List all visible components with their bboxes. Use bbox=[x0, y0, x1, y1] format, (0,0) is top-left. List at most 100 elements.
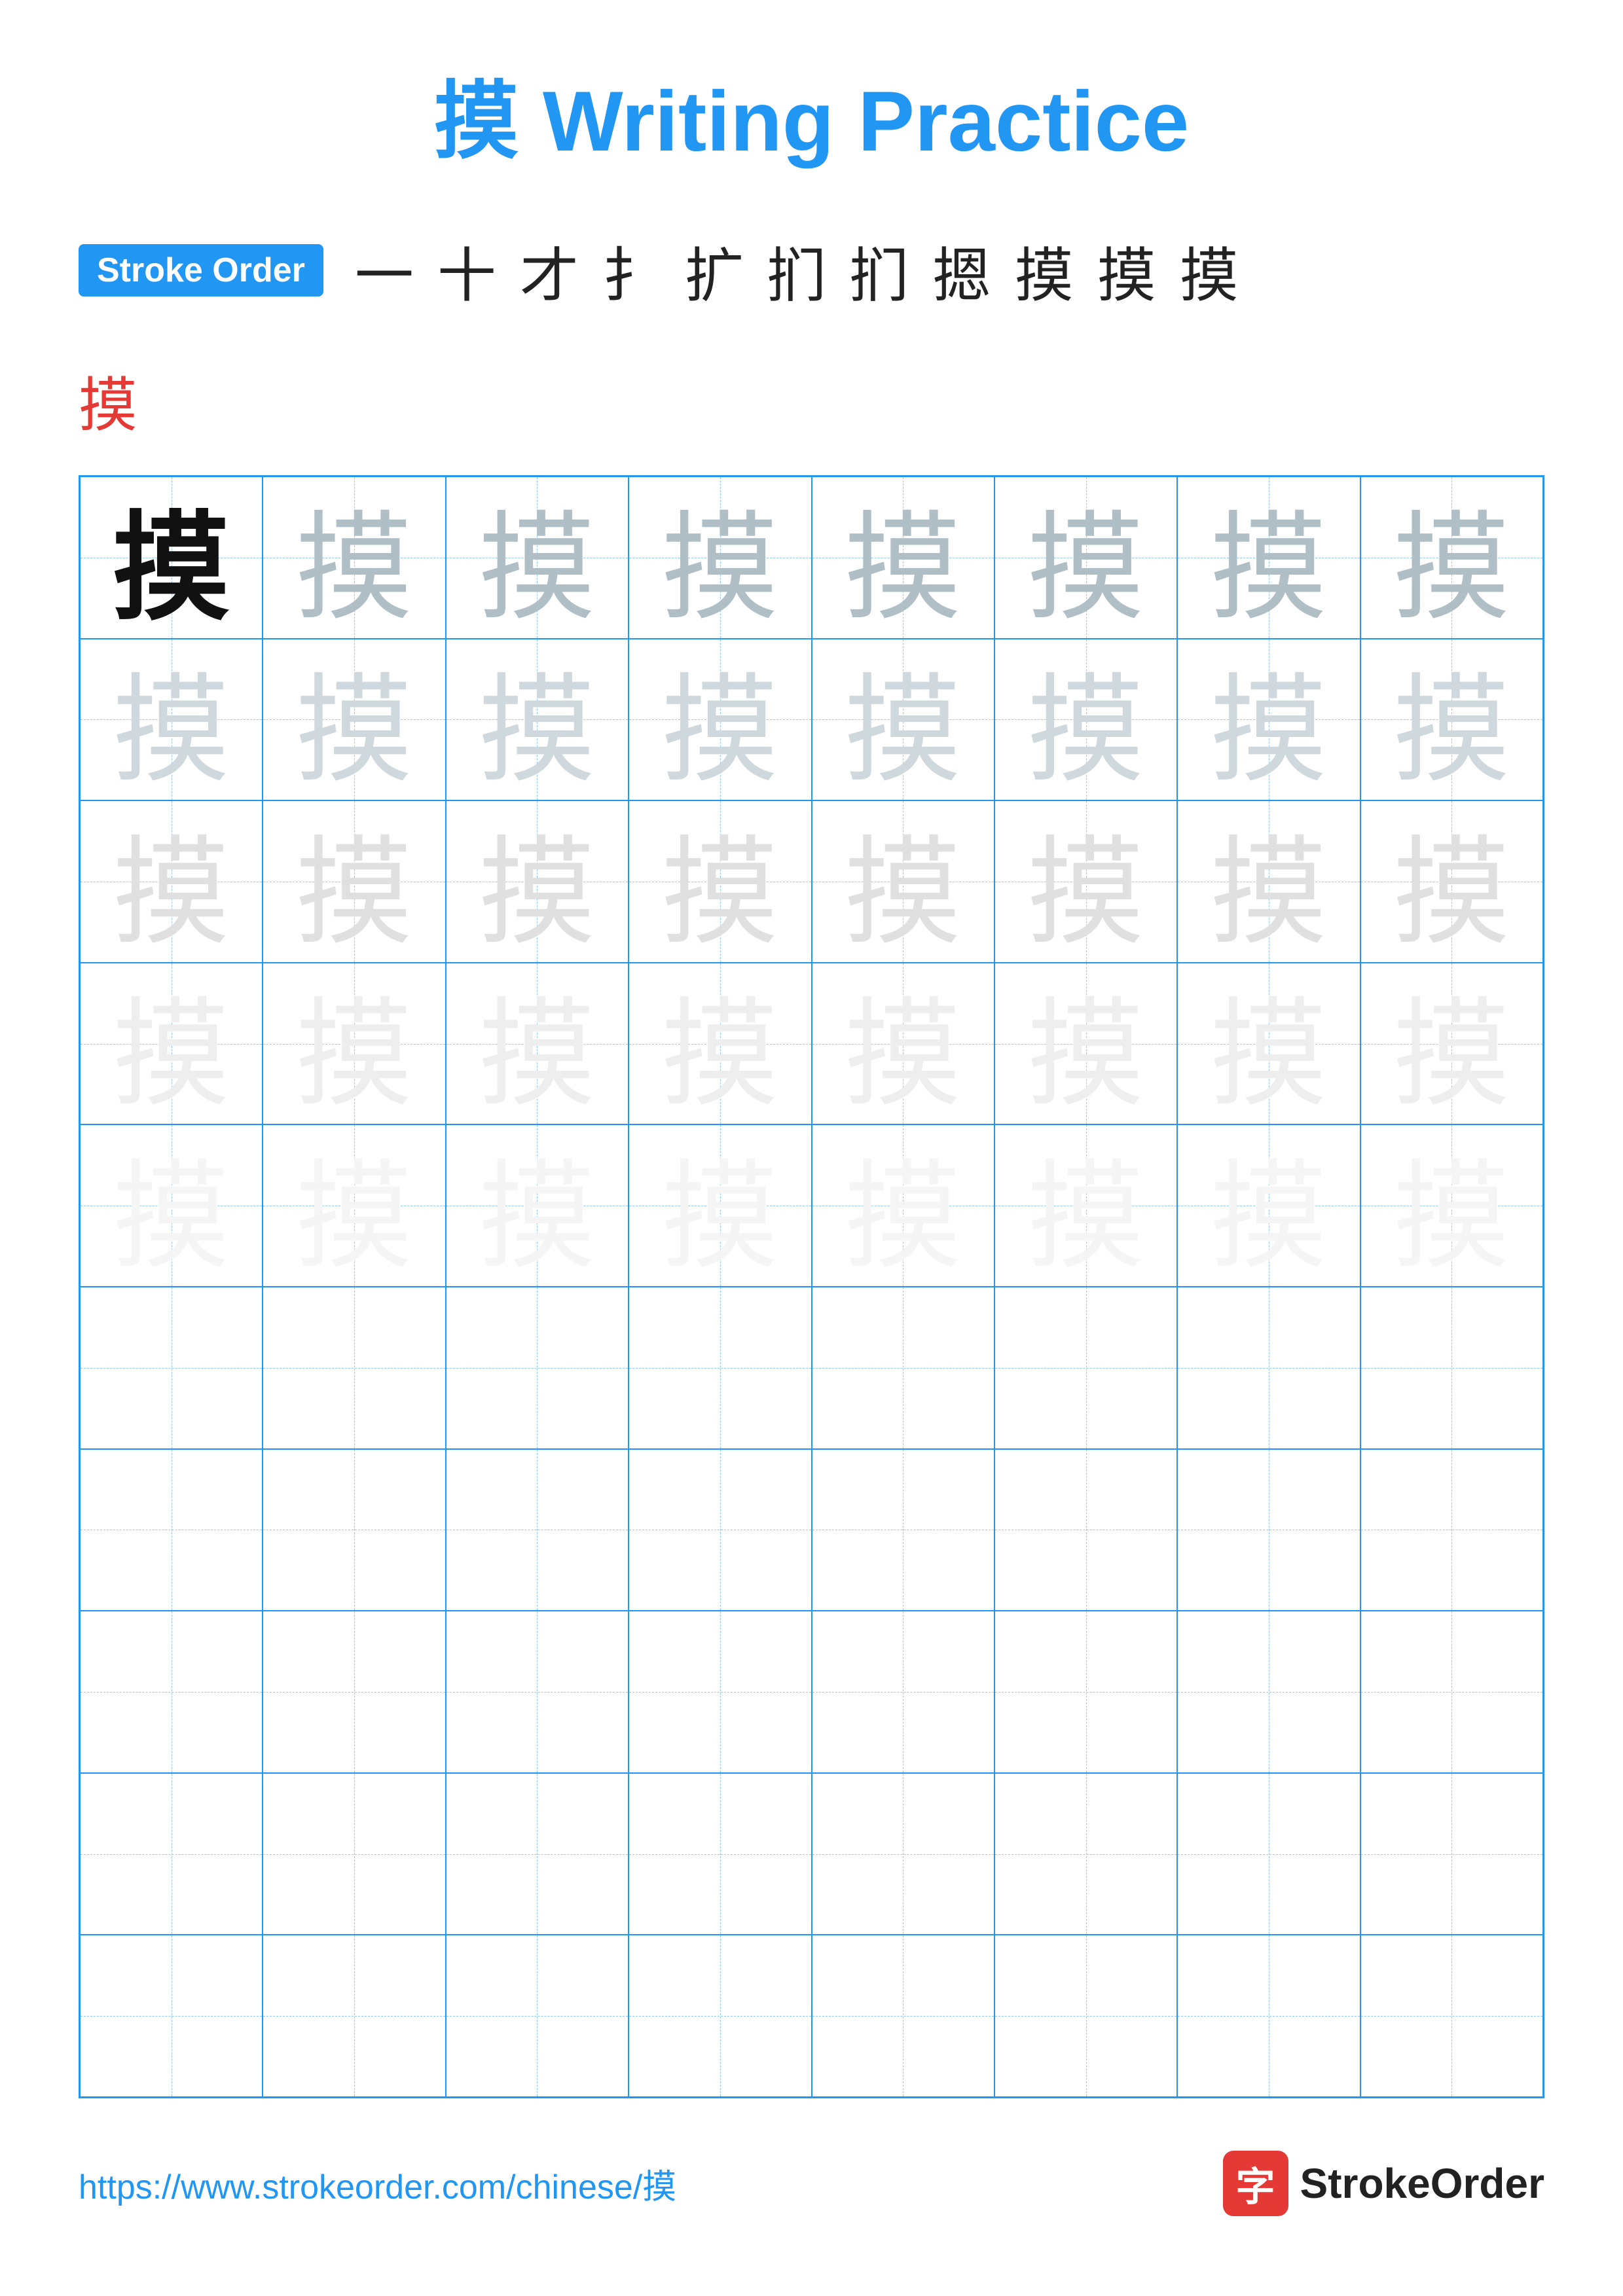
stroke-order-section: Stroke Order 一 十 才 扌 扩 扪 扪 摁 摸 摸 摸 bbox=[79, 228, 1544, 313]
grid-cell-r8-c1[interactable] bbox=[80, 1611, 263, 1773]
grid-cell-r2-c8[interactable]: 摸 bbox=[1360, 639, 1543, 801]
grid-cell-r1-c6[interactable]: 摸 bbox=[994, 476, 1177, 639]
grid-cell-r5-c7[interactable]: 摸 bbox=[1177, 1124, 1360, 1287]
grid-cell-r5-c8[interactable]: 摸 bbox=[1360, 1124, 1543, 1287]
char-r1-c3: 摸 bbox=[478, 476, 596, 639]
char-r4-c6: 摸 bbox=[1027, 963, 1145, 1125]
grid-cell-r3-c1[interactable]: 摸 bbox=[80, 800, 263, 963]
grid-cell-r6-c4[interactable] bbox=[629, 1287, 811, 1449]
grid-cell-r1-c8[interactable]: 摸 bbox=[1360, 476, 1543, 639]
grid-cell-r1-c4[interactable]: 摸 bbox=[629, 476, 811, 639]
grid-cell-r8-c2[interactable] bbox=[263, 1611, 445, 1773]
grid-cell-r8-c8[interactable] bbox=[1360, 1611, 1543, 1773]
footer-url[interactable]: https://www.strokeorder.com/chinese/摸 bbox=[79, 2159, 676, 2208]
grid-cell-r9-c6[interactable] bbox=[994, 1773, 1177, 1935]
grid-cell-r4-c5[interactable]: 摸 bbox=[812, 963, 994, 1125]
grid-cell-r9-c2[interactable] bbox=[263, 1773, 445, 1935]
grid-cell-r9-c7[interactable] bbox=[1177, 1773, 1360, 1935]
grid-cell-r10-c2[interactable] bbox=[263, 1935, 445, 2097]
grid-cell-r4-c6[interactable]: 摸 bbox=[994, 963, 1177, 1125]
char-r1-c7: 摸 bbox=[1210, 476, 1328, 639]
grid-cell-r1-c1[interactable]: 摸 bbox=[80, 476, 263, 639]
grid-cell-r7-c6[interactable] bbox=[994, 1449, 1177, 1611]
practice-grid[interactable]: 摸 摸 摸 摸 摸 摸 摸 摸 摸 摸 摸 摸 摸 摸 摸 摸 bbox=[79, 475, 1544, 2098]
grid-cell-r4-c1[interactable]: 摸 bbox=[80, 963, 263, 1125]
grid-cell-r9-c1[interactable] bbox=[80, 1773, 263, 1935]
grid-cell-r4-c4[interactable]: 摸 bbox=[629, 963, 811, 1125]
char-r4-c5: 摸 bbox=[844, 963, 962, 1125]
grid-cell-r10-c7[interactable] bbox=[1177, 1935, 1360, 2097]
grid-cell-r9-c5[interactable] bbox=[812, 1773, 994, 1935]
stroke-1: 一 bbox=[355, 228, 414, 313]
grid-cell-r7-c4[interactable] bbox=[629, 1449, 811, 1611]
grid-cell-r4-c2[interactable]: 摸 bbox=[263, 963, 445, 1125]
grid-cell-r2-c4[interactable]: 摸 bbox=[629, 639, 811, 801]
grid-cell-r3-c4[interactable]: 摸 bbox=[629, 800, 811, 963]
grid-cell-r2-c7[interactable]: 摸 bbox=[1177, 639, 1360, 801]
char-r5-c1: 摸 bbox=[113, 1124, 230, 1287]
grid-cell-r9-c4[interactable] bbox=[629, 1773, 811, 1935]
grid-cell-r9-c8[interactable] bbox=[1360, 1773, 1543, 1935]
grid-cell-r3-c6[interactable]: 摸 bbox=[994, 800, 1177, 963]
grid-cell-r6-c3[interactable] bbox=[446, 1287, 629, 1449]
grid-cell-r9-c3[interactable] bbox=[446, 1773, 629, 1935]
grid-cell-r1-c5[interactable]: 摸 bbox=[812, 476, 994, 639]
grid-cell-r6-c6[interactable] bbox=[994, 1287, 1177, 1449]
grid-cell-r5-c4[interactable]: 摸 bbox=[629, 1124, 811, 1287]
char-r4-c7: 摸 bbox=[1210, 963, 1328, 1125]
char-r2-c4: 摸 bbox=[661, 639, 779, 801]
char-r3-c1: 摸 bbox=[113, 800, 230, 963]
grid-cell-r10-c5[interactable] bbox=[812, 1935, 994, 2097]
grid-cell-r10-c4[interactable] bbox=[629, 1935, 811, 2097]
char-r1-c2: 摸 bbox=[295, 476, 413, 639]
grid-cell-r1-c7[interactable]: 摸 bbox=[1177, 476, 1360, 639]
grid-cell-r6-c8[interactable] bbox=[1360, 1287, 1543, 1449]
grid-cell-r1-c3[interactable]: 摸 bbox=[446, 476, 629, 639]
grid-cell-r8-c7[interactable] bbox=[1177, 1611, 1360, 1773]
grid-cell-r10-c3[interactable] bbox=[446, 1935, 629, 2097]
grid-cell-r4-c7[interactable]: 摸 bbox=[1177, 963, 1360, 1125]
grid-cell-r3-c5[interactable]: 摸 bbox=[812, 800, 994, 963]
char-r2-c8: 摸 bbox=[1393, 639, 1510, 801]
stroke-final-char: 摸 bbox=[79, 357, 137, 442]
grid-cell-r3-c7[interactable]: 摸 bbox=[1177, 800, 1360, 963]
grid-cell-r7-c3[interactable] bbox=[446, 1449, 629, 1611]
grid-cell-r4-c3[interactable]: 摸 bbox=[446, 963, 629, 1125]
grid-cell-r2-c3[interactable]: 摸 bbox=[446, 639, 629, 801]
grid-cell-r3-c8[interactable]: 摸 bbox=[1360, 800, 1543, 963]
grid-cell-r7-c2[interactable] bbox=[263, 1449, 445, 1611]
grid-cell-r2-c5[interactable]: 摸 bbox=[812, 639, 994, 801]
grid-cell-r5-c5[interactable]: 摸 bbox=[812, 1124, 994, 1287]
grid-cell-r6-c1[interactable] bbox=[80, 1287, 263, 1449]
grid-cell-r7-c1[interactable] bbox=[80, 1449, 263, 1611]
grid-cell-r10-c8[interactable] bbox=[1360, 1935, 1543, 2097]
grid-cell-r5-c2[interactable]: 摸 bbox=[263, 1124, 445, 1287]
grid-cell-r5-c6[interactable]: 摸 bbox=[994, 1124, 1177, 1287]
grid-cell-r5-c1[interactable]: 摸 bbox=[80, 1124, 263, 1287]
grid-cell-r8-c6[interactable] bbox=[994, 1611, 1177, 1773]
grid-cell-r8-c5[interactable] bbox=[812, 1611, 994, 1773]
grid-cell-r4-c8[interactable]: 摸 bbox=[1360, 963, 1543, 1125]
char-r2-c7: 摸 bbox=[1210, 639, 1328, 801]
char-r1-c5: 摸 bbox=[844, 476, 962, 639]
grid-cell-r7-c8[interactable] bbox=[1360, 1449, 1543, 1611]
grid-cell-r3-c3[interactable]: 摸 bbox=[446, 800, 629, 963]
grid-cell-r10-c6[interactable] bbox=[994, 1935, 1177, 2097]
grid-cell-r2-c2[interactable]: 摸 bbox=[263, 639, 445, 801]
grid-cell-r7-c7[interactable] bbox=[1177, 1449, 1360, 1611]
grid-cell-r2-c1[interactable]: 摸 bbox=[80, 639, 263, 801]
grid-cell-r8-c4[interactable] bbox=[629, 1611, 811, 1773]
grid-cell-r5-c3[interactable]: 摸 bbox=[446, 1124, 629, 1287]
grid-cell-r2-c6[interactable]: 摸 bbox=[994, 639, 1177, 801]
grid-cell-r3-c2[interactable]: 摸 bbox=[263, 800, 445, 963]
grid-cell-r8-c3[interactable] bbox=[446, 1611, 629, 1773]
grid-cell-r6-c5[interactable] bbox=[812, 1287, 994, 1449]
grid-cell-r1-c2[interactable]: 摸 bbox=[263, 476, 445, 639]
grid-cell-r6-c7[interactable] bbox=[1177, 1287, 1360, 1449]
grid-cell-r6-c2[interactable] bbox=[263, 1287, 445, 1449]
char-r5-c2: 摸 bbox=[295, 1124, 413, 1287]
grid-cell-r7-c5[interactable] bbox=[812, 1449, 994, 1611]
stroke-3: 才 bbox=[520, 228, 579, 313]
grid-cell-r10-c1[interactable] bbox=[80, 1935, 263, 2097]
char-r2-c5: 摸 bbox=[844, 639, 962, 801]
